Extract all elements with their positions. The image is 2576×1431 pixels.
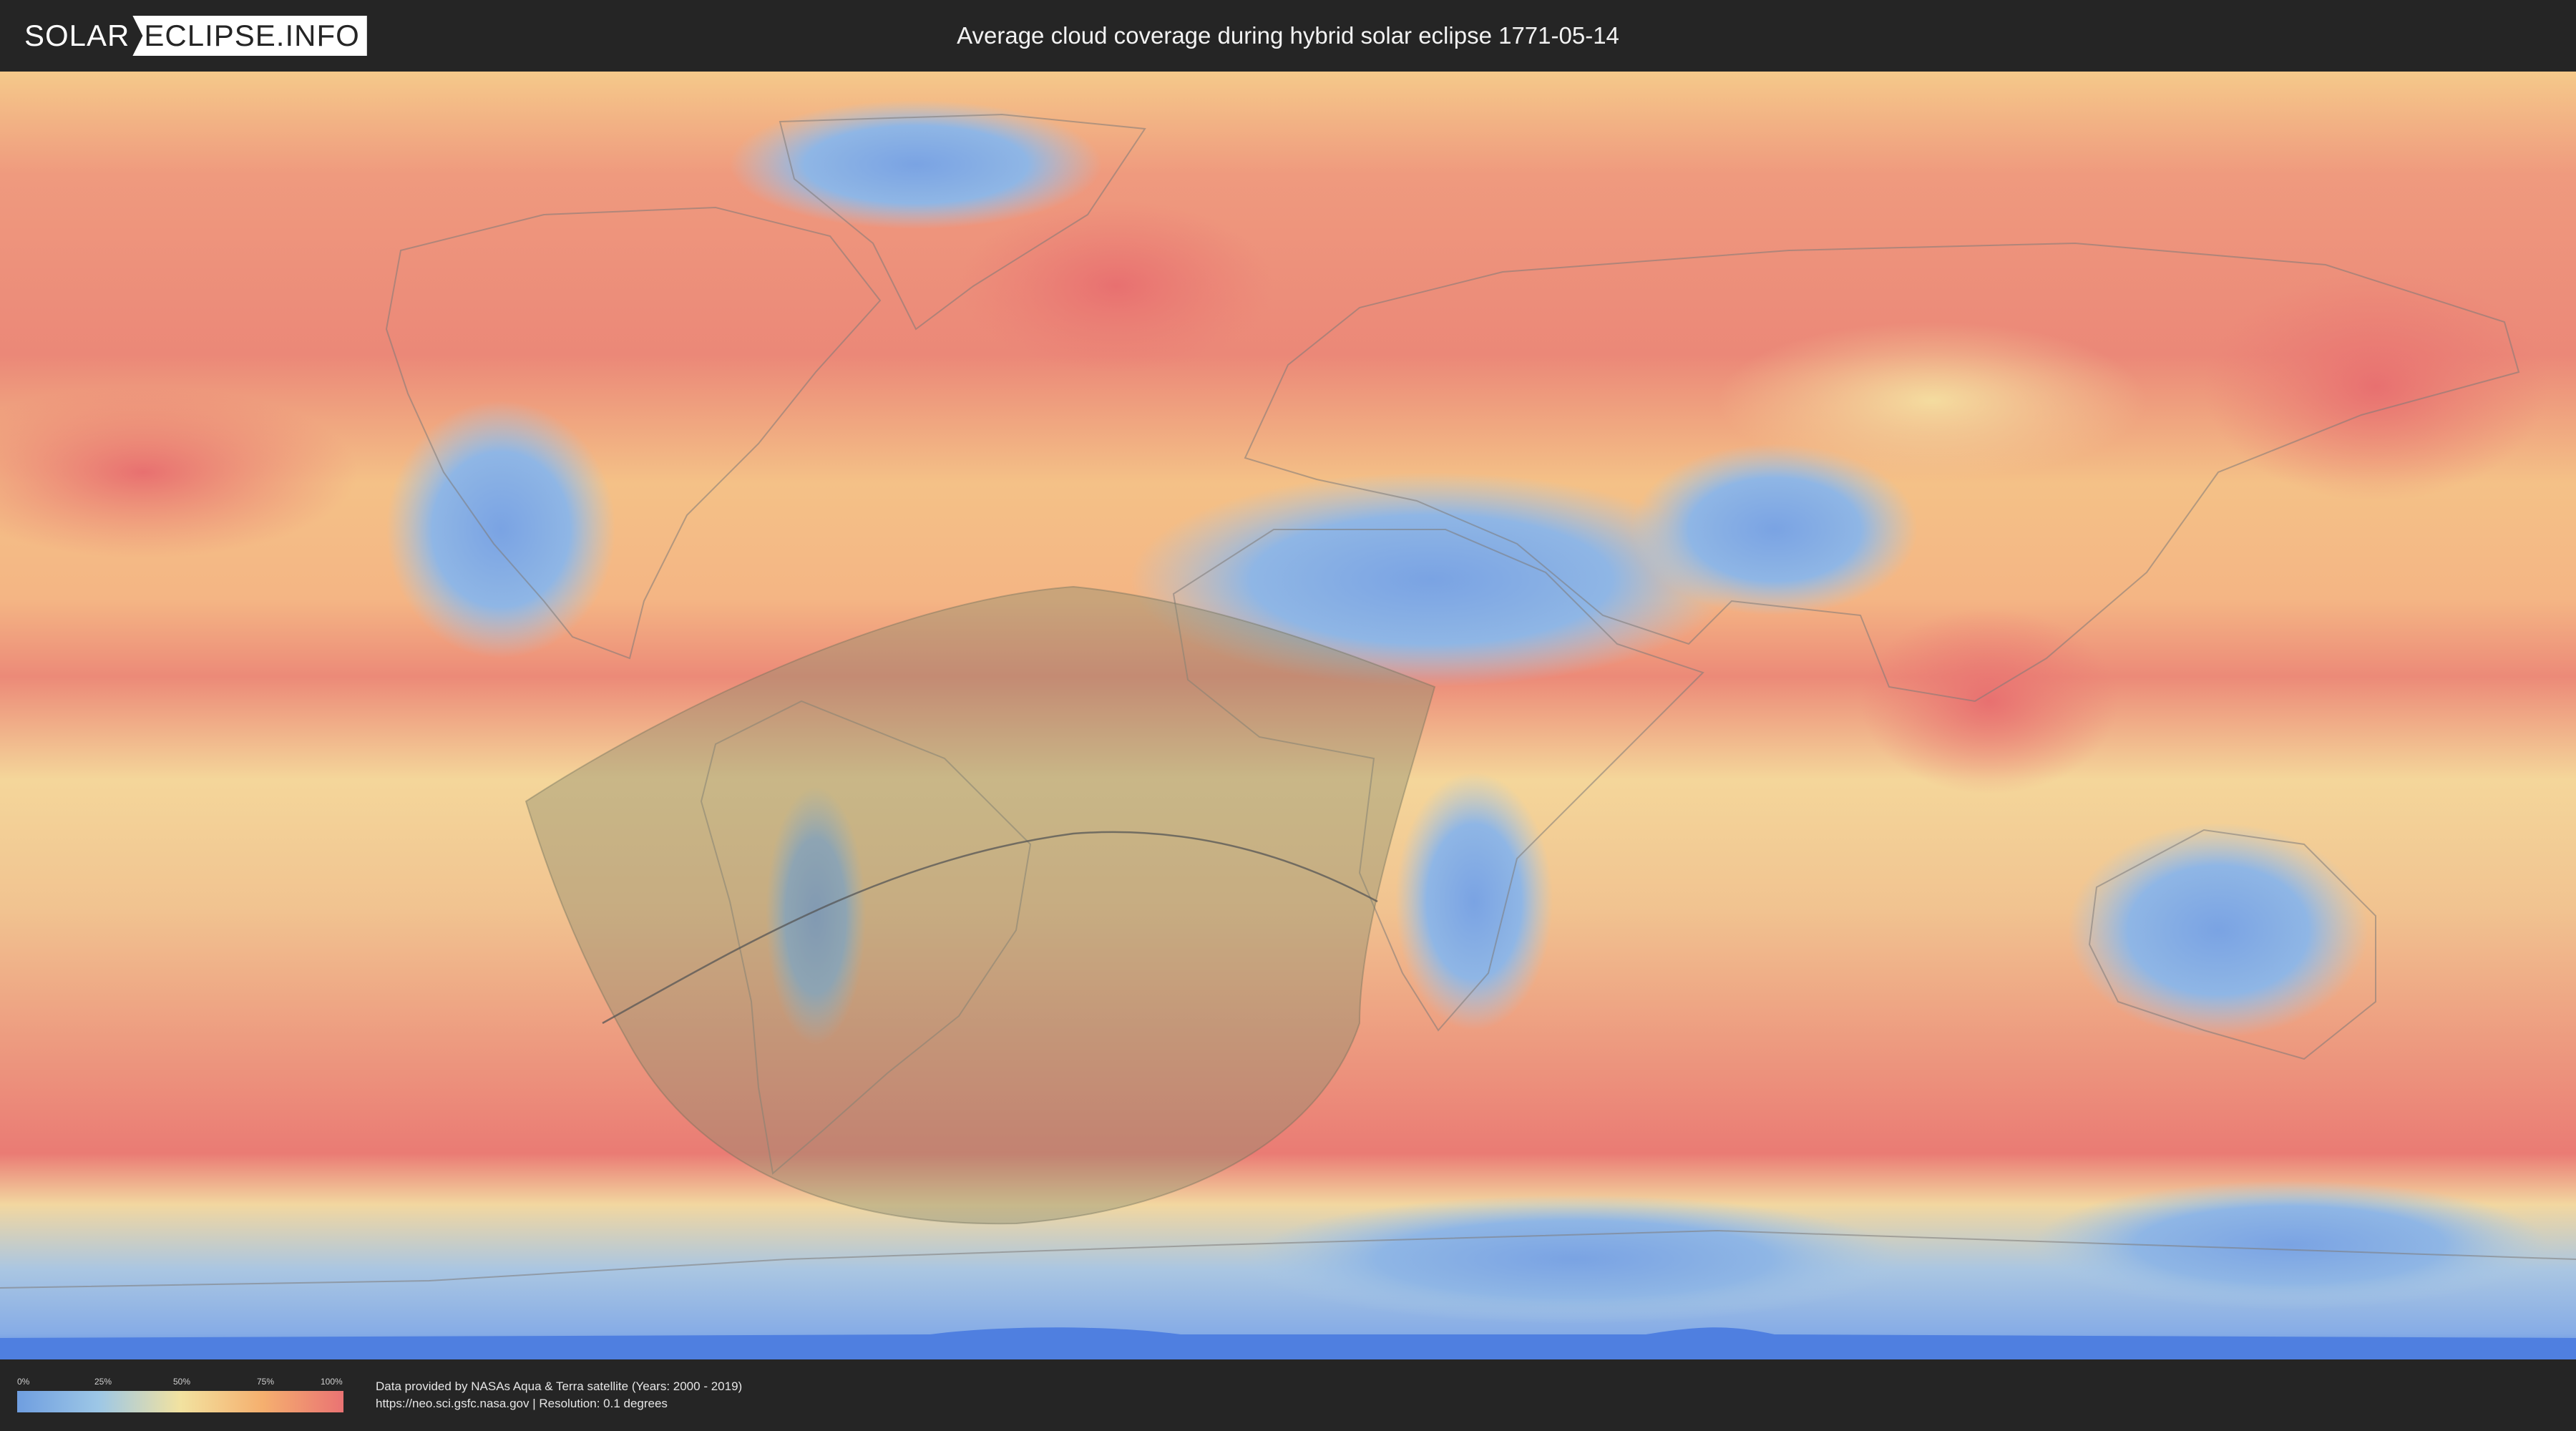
header-bar: SOLAR ECLIPSE.INFO Average cloud coverag…: [0, 0, 2576, 72]
data-attribution: Data provided by NASAs Aqua & Terra sate…: [376, 1378, 742, 1412]
legend-label-75: 75%: [257, 1377, 275, 1387]
attribution-line-2[interactable]: https://neo.sci.gsfc.nasa.gov | Resoluti…: [376, 1395, 742, 1412]
attribution-line-1: Data provided by NASAs Aqua & Terra sate…: [376, 1379, 743, 1393]
legend-label-0: 0%: [17, 1377, 30, 1387]
legend-label-100: 100%: [321, 1377, 343, 1387]
cloud-coverage-map[interactable]: [0, 72, 2576, 1359]
map-frame: [0, 72, 2576, 1359]
footer-bar: 0% 25% 50% 75% 100% Data provided by NAS…: [0, 1359, 2576, 1431]
legend-labels: 0% 25% 50% 75% 100%: [17, 1377, 343, 1388]
legend-label-50: 50%: [173, 1377, 191, 1387]
cloud-coverage-legend-bar: [17, 1391, 343, 1412]
page-title: Average cloud coverage during hybrid sol…: [957, 22, 1619, 49]
legend-label-25: 25%: [94, 1377, 112, 1387]
